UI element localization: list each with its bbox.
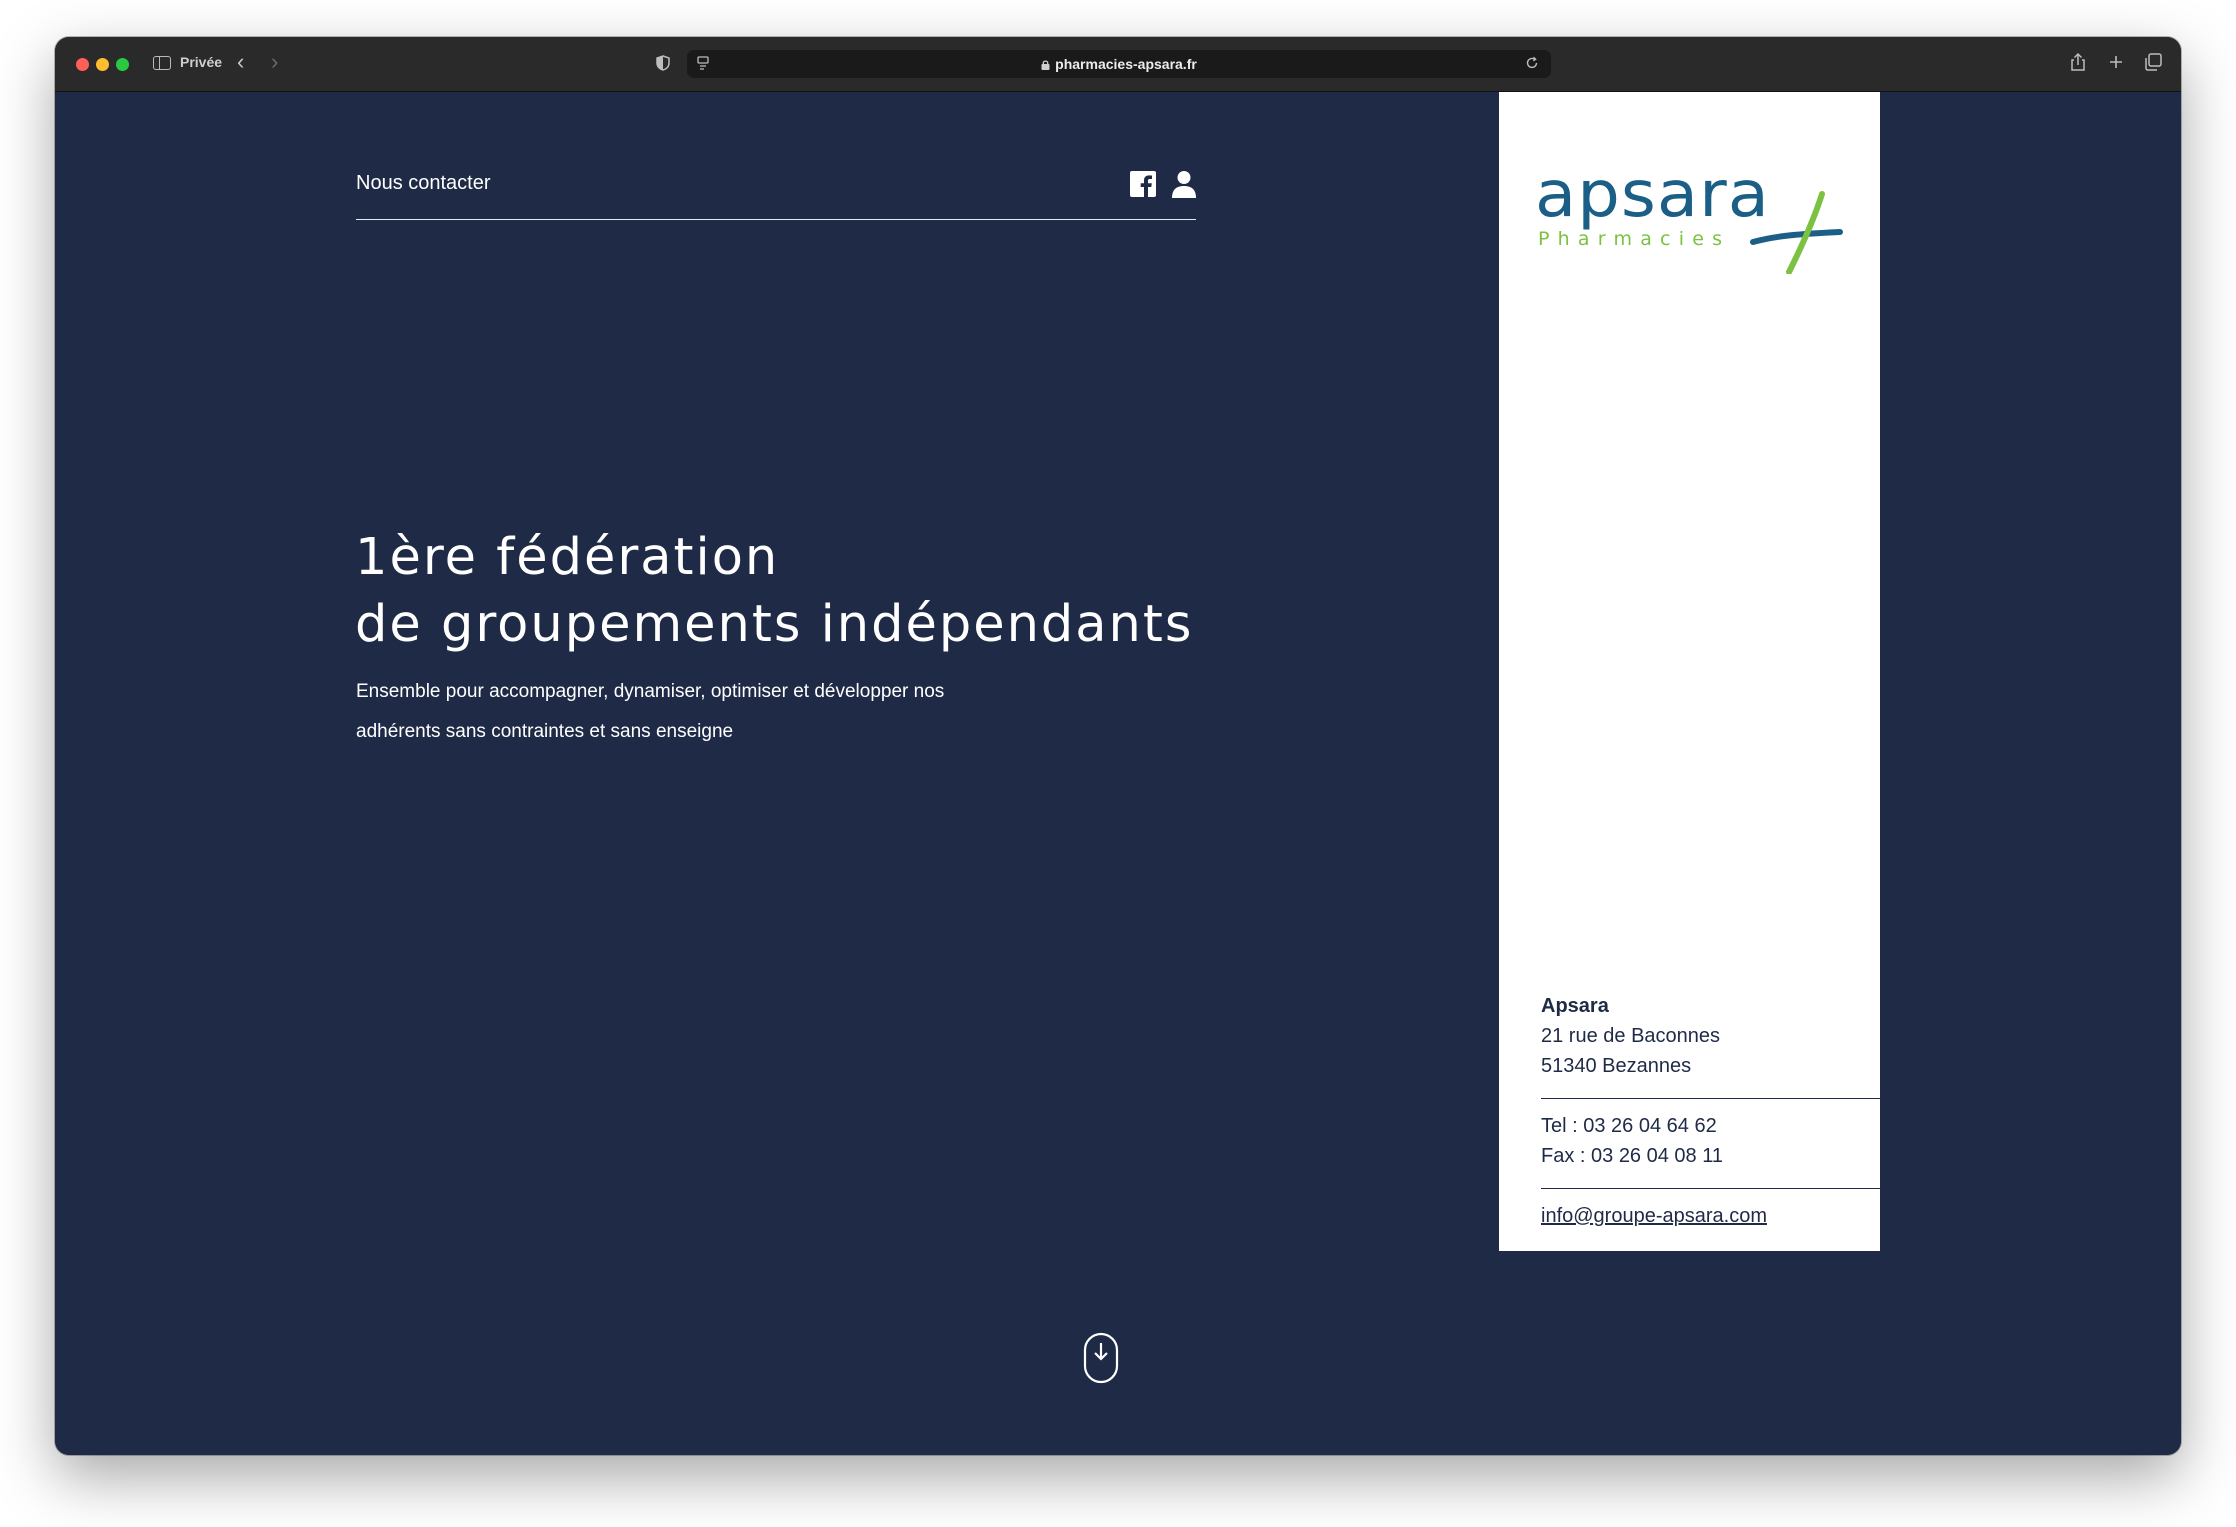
lock-icon: [1041, 60, 1050, 70]
facebook-icon[interactable]: [1130, 171, 1156, 197]
card-divider: [1541, 1188, 1880, 1189]
back-button[interactable]: ‹: [237, 51, 244, 73]
hero-title-line-1: 1ère fédération: [355, 528, 780, 587]
svg-text:Pharmacies: Pharmacies: [1538, 228, 1728, 250]
forward-button[interactable]: ›: [271, 51, 278, 73]
address-block: Apsara 21 rue de Baconnes 51340 Bezannes: [1541, 991, 1720, 1081]
scroll-down-mouse-icon[interactable]: [1083, 1332, 1119, 1384]
hero-subtitle-line-1: Ensemble pour accompagner, dynamiser, op…: [356, 681, 945, 702]
telephone-number[interactable]: Tel : 03 26 04 64 62: [1541, 1111, 1723, 1141]
address-street: 21 rue de Baconnes: [1541, 1025, 1721, 1047]
share-icon[interactable]: [2067, 51, 2089, 73]
phone-block: Tel : 03 26 04 64 62 Fax : 03 26 04 08 1…: [1541, 1111, 1723, 1171]
user-icon[interactable]: [1172, 170, 1196, 198]
page-content: Nous contacter 1ère fédération de groupe…: [55, 92, 2181, 1455]
url-display[interactable]: pharmacies-apsara.fr: [687, 56, 1551, 72]
nav-divider: [356, 219, 1196, 220]
private-mode-label: Privée: [180, 54, 223, 70]
address-city: 51340 Bezannes: [1541, 1055, 1692, 1077]
browser-window: Privée ‹ › pharmacies-apsara.fr Nous con…: [55, 37, 2181, 1455]
company-name: Apsara: [1541, 995, 1609, 1017]
browser-toolbar: Privée ‹ › pharmacies-apsara.fr: [55, 37, 2181, 92]
hero-subtitle-line-2: adhérents sans contraintes et sans ensei…: [356, 721, 734, 742]
shield-icon[interactable]: [656, 55, 670, 71]
contact-link[interactable]: Nous contacter: [356, 172, 491, 195]
svg-text:apsara: apsara: [1535, 158, 1770, 232]
fax-number: Fax : 03 26 04 08 11: [1541, 1145, 1723, 1167]
url-text: pharmacies-apsara.fr: [1055, 56, 1197, 72]
plus-icon[interactable]: [2105, 51, 2127, 73]
hero-title: 1ère fédération de groupements indépenda…: [355, 524, 1193, 658]
email-link[interactable]: info@groupe-apsara.com: [1541, 1201, 1767, 1231]
reload-icon[interactable]: [1525, 56, 1539, 70]
contact-card: apsara Pharmacies Apsara 21 rue de Bacon…: [1499, 92, 1880, 1251]
close-window-button[interactable]: [76, 58, 89, 71]
minimize-window-button[interactable]: [96, 58, 109, 71]
tabs-overview-icon[interactable]: [2142, 51, 2164, 73]
sidebar-toggle-icon[interactable]: [153, 56, 171, 70]
maximize-window-button[interactable]: [116, 58, 129, 71]
hero-subtitle: Ensemble pour accompagner, dynamiser, op…: [356, 672, 1056, 752]
address-bar[interactable]: pharmacies-apsara.fr: [687, 50, 1551, 78]
card-divider: [1541, 1098, 1880, 1099]
apsara-logo[interactable]: apsara Pharmacies: [1535, 154, 1845, 274]
hero-title-line-2: de groupements indépendants: [355, 595, 1194, 654]
